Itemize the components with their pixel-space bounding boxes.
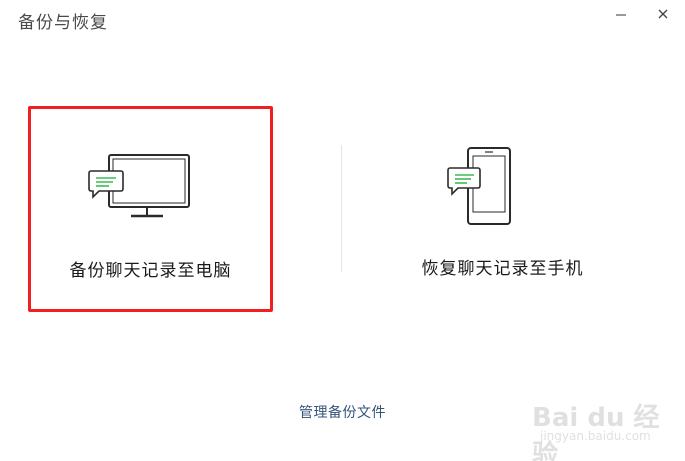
minimize-button[interactable] [608, 4, 634, 26]
minimize-icon [616, 14, 626, 16]
phone-chat-icon [447, 147, 511, 225]
computer-chat-icon [88, 154, 190, 218]
restore-to-phone-option[interactable]: 恢复聊天记录至手机 [380, 106, 625, 312]
window-title: 备份与恢复 [18, 13, 108, 32]
title-bar: 备份与恢复 [0, 0, 685, 40]
close-icon [658, 9, 668, 19]
backup-restore-window: 备份与恢复 备份聊天记录至电脑 恢复聊天记录至手机 管理备份文件 Bai du … [0, 0, 685, 461]
watermark-url: jingyan.baidu.com [540, 429, 651, 443]
divider [341, 145, 342, 272]
close-button[interactable] [650, 4, 676, 26]
backup-to-pc-option[interactable]: 备份聊天记录至电脑 [28, 106, 273, 312]
restore-to-phone-label: 恢复聊天记录至手机 [421, 259, 584, 278]
baidu-jingyan-watermark: Bai du 经验 jingyan.baidu.com [532, 397, 672, 461]
backup-to-pc-label: 备份聊天记录至电脑 [69, 261, 232, 280]
